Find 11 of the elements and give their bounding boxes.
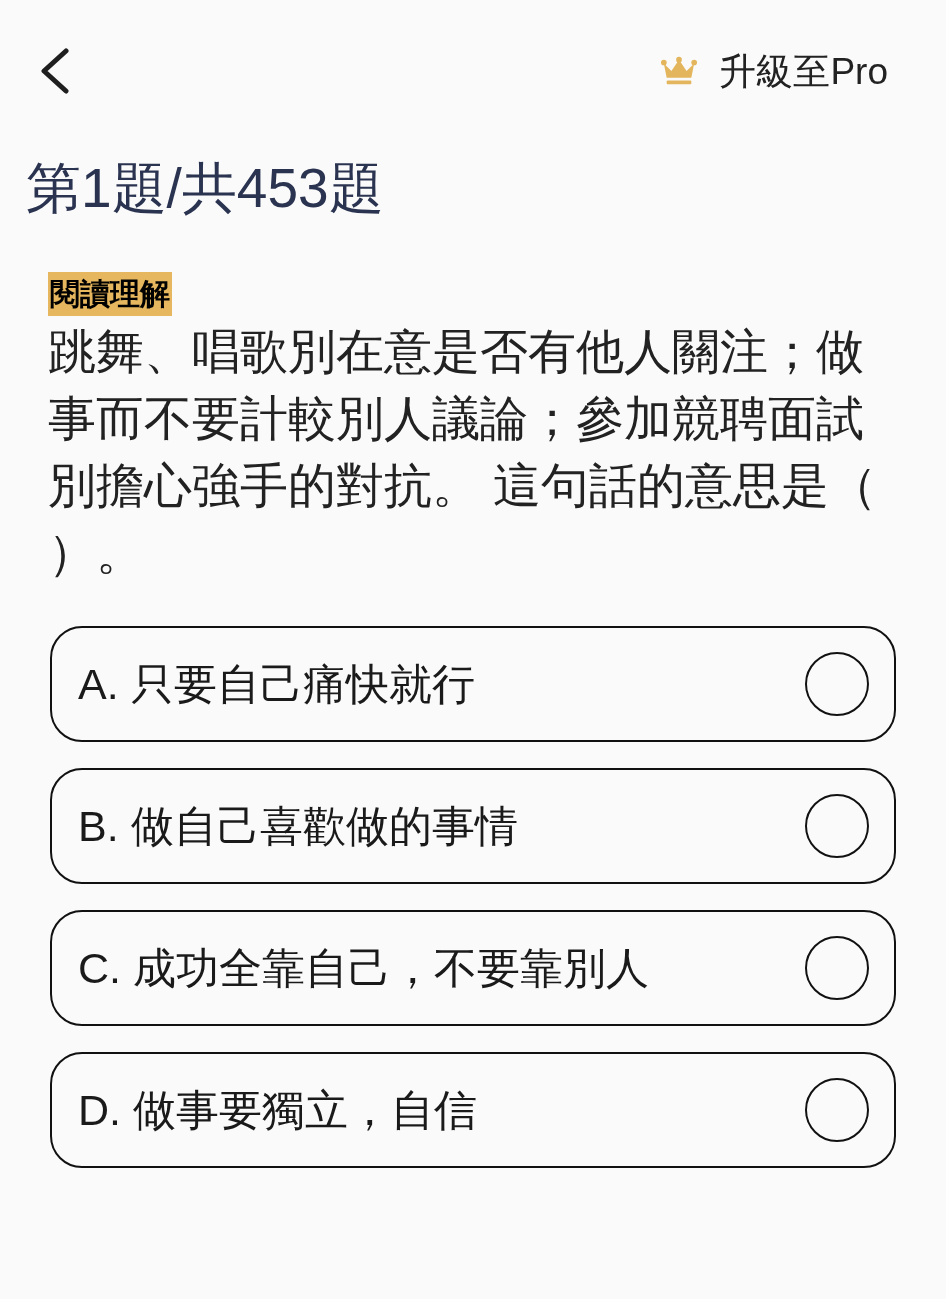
answer-option[interactable]: C. 成功全靠自己，不要靠別人 <box>50 910 896 1026</box>
back-button[interactable] <box>38 47 72 95</box>
question-text: 跳舞、唱歌別在意是否有他人關注；做事而不要計較別人議論；參加競聘面試別擔心強手的對抗。 這句話的意思是（）。 <box>48 324 879 581</box>
answer-option[interactable]: B. 做自己喜歡做的事情 <box>50 768 896 884</box>
answer-option[interactable]: D. 做事要獨立，自信 <box>50 1052 896 1168</box>
category-tag: 閱讀理解 <box>48 272 172 316</box>
question-counter: 第1題/共453題 <box>26 156 384 220</box>
crown-icon <box>661 56 698 86</box>
upgrade-button[interactable]: 升級至Pro <box>661 52 888 90</box>
answer-option[interactable]: A. 只要自己痛快就行 <box>50 626 896 742</box>
back-icon <box>38 48 70 94</box>
